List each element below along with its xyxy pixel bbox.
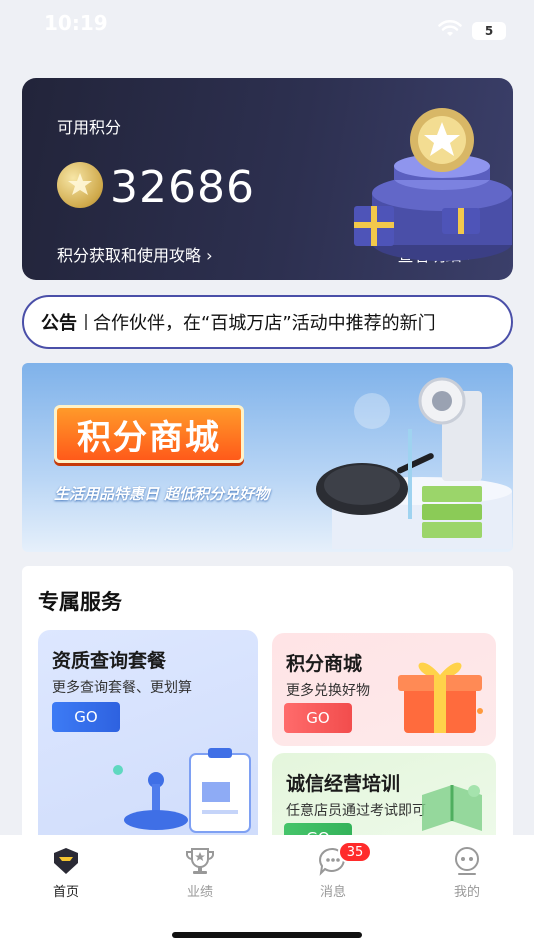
status-time: 10:19 bbox=[44, 11, 108, 35]
card-title: 资质查询套餐 bbox=[52, 650, 167, 672]
tab-label: 首页 bbox=[52, 885, 79, 900]
notice-bar[interactable]: 公告 合作伙伴，在“百城万店”活动中推荐的新门 bbox=[22, 295, 513, 349]
card-title: 积分商城 bbox=[286, 653, 363, 675]
unread-badge: 35 bbox=[338, 841, 372, 863]
notice-label: 公告 bbox=[41, 313, 77, 334]
card-description: 任意店员通过考试即可 bbox=[286, 803, 426, 819]
tab-messages[interactable]: 35 消息 bbox=[288, 841, 378, 900]
profile-icon bbox=[451, 845, 483, 877]
banner-title: 积分商城 bbox=[54, 405, 244, 463]
points-value: 32686 bbox=[110, 162, 255, 213]
services-title: 专属服务 bbox=[38, 590, 122, 614]
points-mall-banner[interactable]: 积分商城 生活用品特惠日 超低积分兑好物 bbox=[22, 363, 513, 552]
tab-label: 我的 bbox=[453, 885, 480, 900]
go-button[interactable]: GO bbox=[284, 703, 352, 733]
gift-box-icon bbox=[392, 651, 488, 741]
tab-home[interactable]: 首页 bbox=[21, 845, 111, 900]
status-icons: 5 bbox=[438, 19, 506, 42]
coin-icon bbox=[57, 162, 103, 208]
points-guide-link[interactable]: 积分获取和使用攻略 › bbox=[57, 242, 213, 266]
tab-label: 消息 bbox=[319, 885, 346, 900]
products-illustration bbox=[312, 371, 512, 549]
points-mall-card[interactable]: 积分商城 更多兑换好物 GO bbox=[272, 633, 496, 746]
status-bar: 10:19 5 bbox=[0, 0, 534, 50]
go-button[interactable]: GO bbox=[52, 702, 120, 732]
points-card[interactable]: 可用积分 32686 积分获取和使用攻略 › 查看明细 › bbox=[22, 78, 513, 280]
banner-subtitle: 生活用品特惠日 超低积分兑好物 bbox=[54, 485, 270, 503]
battery-icon: 5 bbox=[472, 22, 506, 40]
qualification-query-card[interactable]: 资质查询套餐 更多查询套餐、更划算 GO bbox=[38, 630, 258, 860]
podium-illustration bbox=[342, 98, 512, 268]
exclusive-services-panel: 专属服务 资质查询套餐 更多查询套餐、更划算 GO 积分商城 更多兑换好物 GO bbox=[22, 566, 513, 860]
card-title: 诚信经营培训 bbox=[286, 773, 401, 795]
tab-mine[interactable]: 我的 bbox=[422, 845, 512, 900]
tab-label: 业绩 bbox=[186, 885, 213, 900]
card-description: 更多兑换好物 bbox=[286, 683, 370, 699]
home-indicator[interactable] bbox=[172, 932, 362, 938]
notice-divider bbox=[85, 314, 87, 330]
notice-text: 合作伙伴，在“百城万店”活动中推荐的新门 bbox=[93, 313, 436, 334]
points-label: 可用积分 bbox=[57, 118, 122, 137]
card-description: 更多查询套餐、更划算 bbox=[52, 680, 192, 696]
trophy-icon bbox=[184, 845, 216, 877]
wifi-icon bbox=[438, 19, 462, 42]
tab-performance[interactable]: 业绩 bbox=[155, 845, 245, 900]
home-icon bbox=[50, 845, 82, 877]
